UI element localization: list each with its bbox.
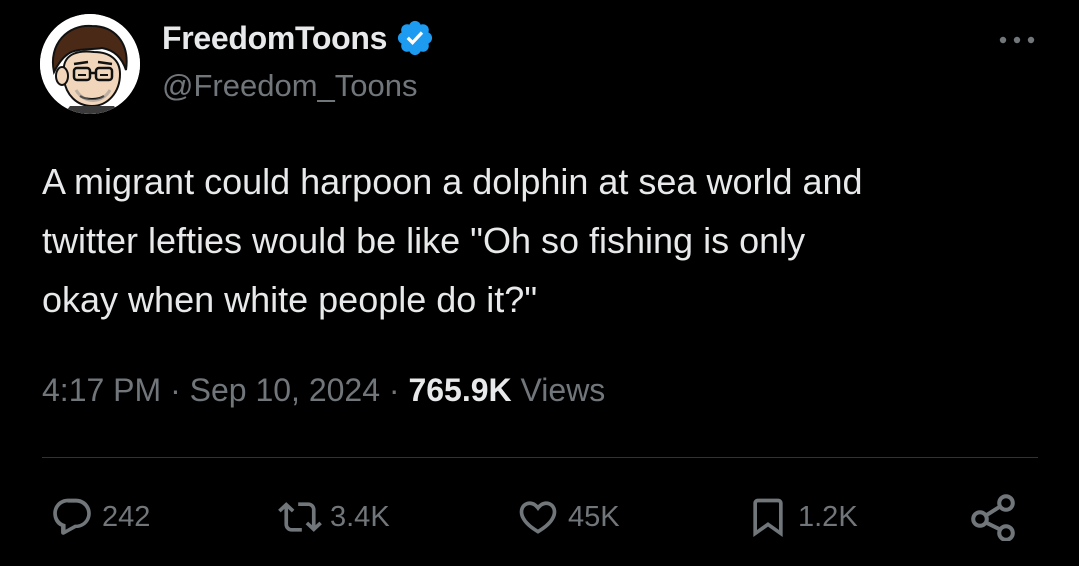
- meta-separator: ·: [170, 372, 181, 408]
- tweet-text: A migrant could harpoon a dolphin at sea…: [42, 161, 863, 320]
- retweet-arrows-icon: [278, 502, 322, 532]
- heart-icon: [519, 501, 557, 534]
- tweet-date[interactable]: Sep 10, 2024: [190, 372, 380, 408]
- views-count[interactable]: 765.9K: [408, 372, 511, 408]
- reply-button[interactable]: 242: [50, 492, 150, 542]
- reply-bubble-icon: [53, 498, 91, 535]
- reply-count: 242: [102, 500, 151, 533]
- retweet-count: 3.4K: [330, 500, 390, 533]
- author-name-row[interactable]: FreedomToons: [162, 18, 435, 58]
- verified-badge-icon: [398, 20, 433, 56]
- avatar[interactable]: [40, 14, 140, 114]
- more-horizontal-icon[interactable]: [996, 28, 1038, 52]
- author-display-name[interactable]: FreedomToons: [162, 20, 387, 57]
- bookmark-count: 1.2K: [798, 500, 858, 533]
- share-button[interactable]: [970, 492, 1022, 542]
- views-label[interactable]: Views: [521, 372, 606, 408]
- retweet-button[interactable]: 3.4K: [278, 492, 390, 542]
- bookmark-icon: [753, 498, 783, 538]
- tweet-metadata: 4:17 PM · Sep 10, 2024 · 765.9K Views: [42, 372, 605, 409]
- meta-separator: ·: [388, 372, 400, 408]
- share-nodes-icon: [971, 494, 1015, 541]
- like-count: 45K: [568, 500, 620, 533]
- author-handle[interactable]: @Freedom_Toons: [162, 68, 417, 104]
- bookmark-button[interactable]: 1.2K: [746, 492, 858, 542]
- like-button[interactable]: 45K: [516, 492, 620, 542]
- divider: [42, 457, 1038, 458]
- cartoon-man-avatar-icon: [40, 14, 140, 114]
- tweet-time[interactable]: 4:17 PM: [42, 372, 161, 408]
